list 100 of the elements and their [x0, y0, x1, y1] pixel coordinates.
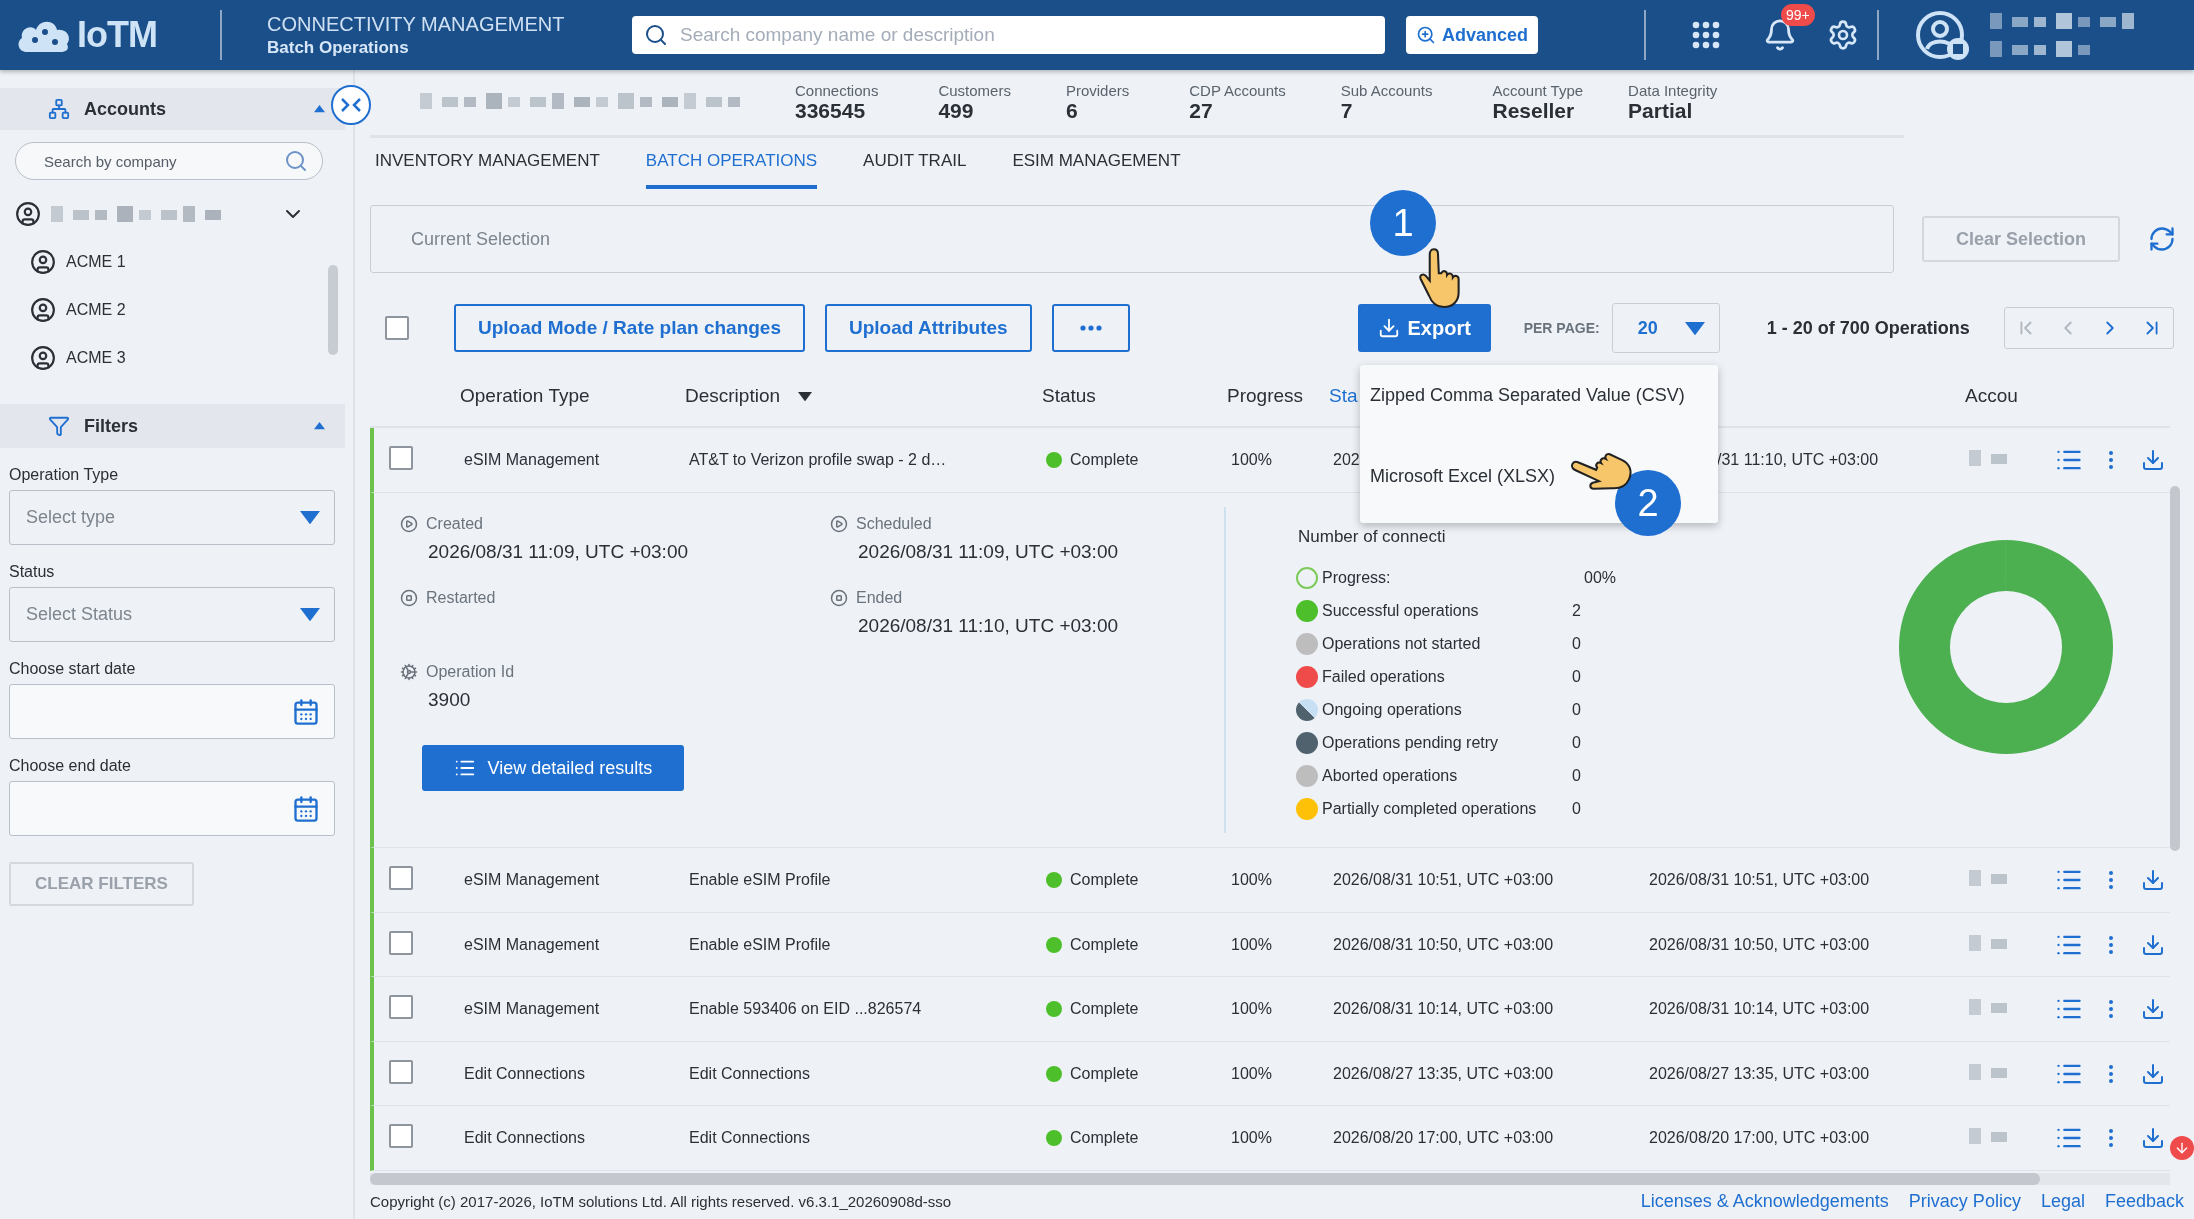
upload-button[interactable]: Upload Attributes — [825, 304, 1032, 353]
table-cell: 2026/08/27 13:35, UTC +03:00 — [1649, 1064, 1870, 1083]
table-cell: /31 11:10, UTC +03:00 — [1717, 451, 1879, 470]
tab[interactable]: BATCH OPERATIONS — [645, 151, 818, 190]
stat-label: Sub Accounts — [1340, 82, 1433, 100]
status-cell: Complete — [1046, 1129, 1139, 1148]
play-icon — [830, 515, 848, 534]
field-label: Operation Type — [9, 466, 120, 484]
tab[interactable]: AUDIT TRAIL — [863, 151, 967, 190]
table-row[interactable]: eSIM Management Enable eSIM Profile Complete 100% 2026/08/31 10:50, UTC +03:00 2026/08/31 10:50, UTC +03:00 — [370, 913, 2170, 978]
user-avatar-icon[interactable] — [1914, 9, 1971, 61]
collapse-sidebar-button[interactable] — [331, 85, 371, 125]
table-cell: 2026/08/31 10:50, UTC +03:00 — [1649, 935, 1870, 954]
more-button[interactable] — [1051, 304, 1130, 353]
apps-grid-icon[interactable] — [1691, 20, 1722, 50]
tab[interactable]: ESIM MANAGEMENT — [1012, 151, 1181, 190]
column-header[interactable]: Sta — [1329, 385, 1358, 408]
table-row[interactable]: Edit Connections Edit Connections Complete 100% 2026/08/27 13:35, UTC +03:00 2026/08/27 13:35, UTC +03:00 — [370, 1042, 2170, 1107]
legend-label: Aborted operations — [1322, 767, 1459, 785]
footer-link[interactable]: Licenses & Acknowledgements — [1640, 1191, 1889, 1213]
page-subtitle: Batch Operations — [267, 37, 410, 58]
upload-button[interactable]: Upload Mode / Rate plan changes — [454, 304, 805, 353]
select-box[interactable]: Select Status — [9, 587, 335, 642]
table-row[interactable]: eSIM Management Enable eSIM Profile Complete 100% 2026/08/31 10:51, UTC +03:00 2026/08/31 10:51, UTC +03:00 — [370, 848, 2170, 913]
legend-label: Successful operations — [1322, 602, 1480, 620]
row-checkbox[interactable] — [389, 1124, 413, 1149]
calendar-icon[interactable] — [292, 697, 320, 726]
footer-link[interactable]: Feedback — [2104, 1191, 2184, 1213]
refresh-icon[interactable] — [2148, 225, 2176, 254]
account-name[interactable]: ACME 3 — [66, 349, 126, 367]
status-cell: Complete — [1046, 935, 1139, 954]
pagination-range: 1 - 20 of 700 Operations — [1766, 318, 1970, 339]
row-checkbox[interactable] — [389, 866, 413, 891]
select-box[interactable]: Select type — [9, 490, 335, 545]
detail-value: 2026/08/31 11:09, UTC +03:00 — [857, 541, 1120, 564]
stat-value: 336545 — [795, 99, 867, 124]
column-header[interactable]: Status — [1042, 385, 1096, 408]
table-cell: eSIM Management — [464, 451, 600, 470]
tab[interactable]: INVENTORY MANAGEMENT — [375, 151, 600, 190]
row-checkbox[interactable] — [389, 1059, 413, 1084]
stat-label: Customers — [938, 82, 1011, 100]
view-results-button[interactable]: View detailed results — [422, 745, 684, 792]
row-checkbox[interactable] — [389, 930, 413, 955]
table-cell: 2026/08/27 13:35, UTC +03:00 — [1333, 1064, 1554, 1083]
date-field[interactable] — [9, 781, 335, 836]
table-cell: 100% — [1231, 451, 1272, 470]
filters-header[interactable]: Filters — [0, 404, 345, 448]
stat-value: Partial — [1628, 99, 1694, 124]
column-header[interactable]: Description — [685, 385, 813, 408]
column-header[interactable]: Operation Type — [460, 385, 590, 408]
legend-value: 00% — [1583, 569, 1618, 587]
row-checkbox[interactable] — [389, 446, 413, 471]
export-button[interactable]: Export — [1357, 304, 1491, 353]
company-search-field[interactable]: Search by company — [42, 151, 284, 171]
column-header[interactable]: Accou — [1965, 385, 2018, 408]
play-icon — [400, 515, 418, 534]
ellipsis-icon — [1079, 325, 1102, 332]
stat-value: 27 — [1189, 99, 1214, 124]
select-all-checkbox[interactable] — [385, 316, 409, 341]
select-field[interactable]: Select Status — [24, 603, 300, 626]
menu-item[interactable]: Zipped Comma Separated Value (CSV) — [1360, 377, 1695, 414]
stat-value: 7 — [1340, 99, 1354, 124]
app-title: CONNECTIVITY MANAGEMENT — [267, 12, 566, 36]
status-cell: Complete — [1046, 871, 1139, 890]
table-cell: 202 — [1333, 451, 1360, 470]
footer-link[interactable]: Privacy Policy — [1908, 1191, 2021, 1213]
legend-value: 0 — [1572, 635, 1582, 653]
per-page-select[interactable]: 20 — [1611, 303, 1720, 354]
table-row[interactable]: eSIM Management Enable 593406 on EID ...826574 Complete 100% 2026/08/31 10:14, UTC +03:00 2026/08/31 10:14, UTC +03:00 — [370, 977, 2170, 1042]
hierarchy-icon — [48, 98, 70, 120]
account-name[interactable]: ACME 2 — [66, 301, 126, 319]
account-name[interactable]: ACME 1 — [66, 253, 126, 271]
table-cell: 2026/08/20 17:00, UTC +03:00 — [1333, 1129, 1554, 1148]
calendar-icon[interactable] — [292, 794, 320, 823]
legend-label: Operations not started — [1322, 635, 1482, 653]
row-checkbox[interactable] — [389, 995, 413, 1020]
company-search-bar[interactable]: Search by company — [15, 142, 323, 180]
search-bar[interactable]: Search company name or description — [632, 16, 1385, 54]
table-cell: 2026/08/31 10:51, UTC +03:00 — [1333, 871, 1554, 890]
table-cell: Edit Connections — [464, 1129, 585, 1148]
legend-value: 0 — [1572, 701, 1582, 719]
legend-label: Failed operations — [1322, 668, 1446, 686]
stat-label: CDP Accounts — [1189, 82, 1286, 100]
detail-label: Created — [426, 515, 483, 534]
detail-label: Ended — [856, 589, 903, 608]
section-title: Accounts — [84, 98, 167, 120]
field-label: Status — [9, 563, 56, 581]
table-cell: Edit Connections — [464, 1064, 585, 1083]
arrow-down-icon — [2174, 1140, 2190, 1156]
advanced-search-button[interactable]: Advanced — [1406, 16, 1539, 54]
select-field[interactable]: Select type — [24, 506, 300, 529]
accounts-header[interactable]: Accounts — [0, 88, 345, 130]
menu-item[interactable]: Microsoft Excel (XLSX) — [1360, 458, 1566, 495]
footer-link[interactable]: Legal — [2040, 1191, 2085, 1213]
table-cell: Enable eSIM Profile — [689, 935, 831, 954]
scroll-down-button[interactable] — [2170, 1136, 2194, 1160]
user-icon — [30, 345, 56, 371]
date-field[interactable] — [9, 684, 335, 739]
column-header[interactable]: Progress — [1227, 385, 1304, 408]
stop-icon — [400, 589, 418, 608]
